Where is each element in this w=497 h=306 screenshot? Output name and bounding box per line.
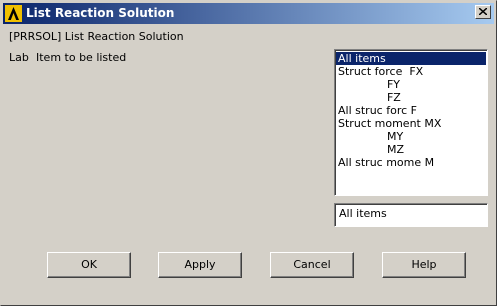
- title-bar[interactable]: List Reaction Solution: [3, 3, 494, 24]
- lab-description: Item to be listed: [36, 51, 127, 64]
- cancel-button[interactable]: Cancel: [270, 252, 354, 278]
- list-item[interactable]: MZ: [336, 143, 486, 156]
- list-item[interactable]: All items: [336, 52, 486, 65]
- list-item[interactable]: Struct moment MX: [336, 117, 486, 130]
- command-label: [PRRSOL] List Reaction Solution: [9, 30, 184, 43]
- selection-field[interactable]: All items: [334, 203, 488, 227]
- list-item[interactable]: FY: [336, 78, 486, 91]
- item-listbox[interactable]: All items Struct force FX FY FZ All stru…: [334, 49, 488, 196]
- list-item[interactable]: FZ: [336, 91, 486, 104]
- list-item[interactable]: MY: [336, 130, 486, 143]
- apply-button[interactable]: Apply: [158, 252, 242, 278]
- lab-label: Lab: [9, 51, 29, 64]
- list-item[interactable]: All struc forc F: [336, 104, 486, 117]
- dialog-window: List Reaction Solution [PRRSOL] List Rea…: [0, 0, 497, 306]
- ansys-logo-icon: [5, 5, 22, 22]
- list-item[interactable]: Struct force FX: [336, 65, 486, 78]
- ok-button[interactable]: OK: [47, 252, 131, 278]
- list-item[interactable]: All struc mome M: [336, 156, 486, 169]
- window-title: List Reaction Solution: [26, 6, 175, 20]
- help-button[interactable]: Help: [382, 252, 466, 278]
- close-icon[interactable]: [475, 5, 491, 19]
